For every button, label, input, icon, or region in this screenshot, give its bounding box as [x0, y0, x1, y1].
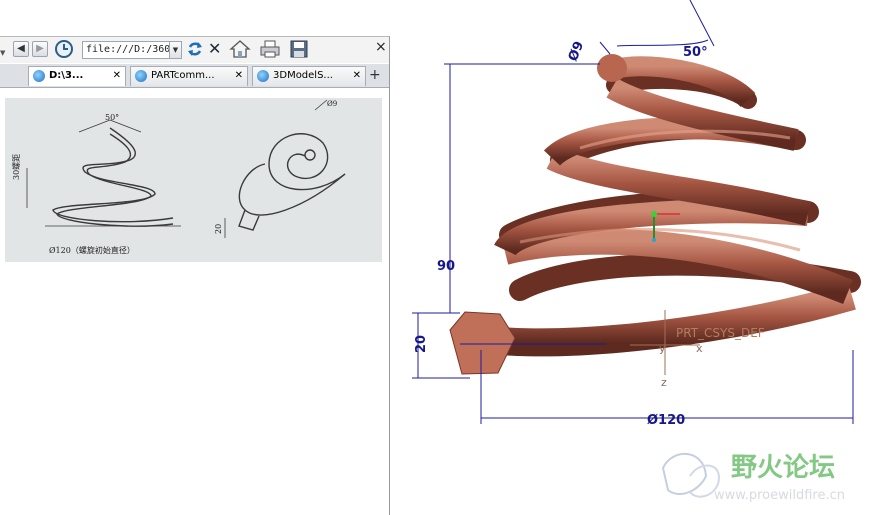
csys-label: PRT_CSYS_DEF: [676, 326, 765, 340]
watermark: 野火论坛 www.proewildfire.cn: [661, 453, 845, 503]
close-panel-button[interactable]: ×: [375, 40, 387, 54]
tab-close-icon[interactable]: ✕: [235, 67, 243, 85]
address-dropdown-button[interactable]: ▼: [170, 41, 182, 59]
tab-label: D:\3...: [49, 70, 84, 81]
browser-window: ▼ ◀ ▶ file:///D:/360 ▼ ✕ × D:\3... ✕ PAR…: [0, 36, 390, 515]
floppy-disk-icon: [290, 40, 308, 58]
scan-base-label: Ø120（螺旋初始直径）: [49, 245, 135, 255]
tab-d-drive[interactable]: D:\3... ✕: [28, 66, 126, 86]
address-bar[interactable]: file:///D:/360: [82, 41, 170, 59]
dim-angle: 50°: [683, 45, 708, 60]
tab-label: 3DModelS...: [273, 70, 333, 81]
home-icon: [229, 40, 251, 58]
watermark-url: www.proewildfire.cn: [714, 488, 845, 503]
printer-icon: [260, 40, 280, 58]
tab-label: PARTcomm...: [151, 70, 215, 81]
stop-button[interactable]: ✕: [208, 40, 224, 58]
back-button[interactable]: ◀: [13, 41, 29, 57]
axis-x-label: x: [696, 342, 703, 355]
browser-toolbar: ▼ ◀ ▶ file:///D:/360 ▼ ✕ ×: [0, 37, 389, 63]
refresh-button[interactable]: [186, 40, 204, 58]
watermark-title: 野火论坛: [731, 453, 835, 483]
tab-close-icon[interactable]: ✕: [113, 67, 121, 85]
dim-wire: 20: [414, 335, 429, 353]
reference-drawing-image: 50° 30螺距 Ø120（螺旋初始直径） 20 Ø9: [5, 98, 382, 262]
butterfly-logo-icon: [661, 453, 720, 498]
scan-wire-diameter-label: Ø9: [327, 100, 337, 108]
menu-dropdown-icon[interactable]: ▼: [0, 49, 5, 57]
ie-icon: [257, 70, 269, 82]
scan-angle-label: 50°: [105, 113, 119, 122]
save-button[interactable]: [289, 39, 309, 59]
ie-icon: [135, 70, 147, 82]
browser-tab-bar: D:\3... ✕ PARTcomm... ✕ 3DModelS... ✕ +: [0, 64, 389, 88]
scan-wire-label: 20: [214, 224, 223, 234]
print-button[interactable]: [259, 39, 281, 59]
dim-wire-diameter: Ø9: [566, 39, 587, 63]
home-button[interactable]: [229, 39, 251, 59]
tab-close-icon[interactable]: ✕: [353, 67, 361, 85]
axis-y-label: y: [659, 342, 666, 355]
new-tab-button[interactable]: +: [369, 68, 381, 82]
tab-partcomm[interactable]: PARTcomm... ✕: [130, 66, 248, 86]
clock-icon: [55, 40, 73, 58]
refresh-icon: [188, 42, 202, 56]
ie-icon: [33, 70, 45, 82]
forward-button[interactable]: ▶: [32, 41, 48, 57]
tab-3dmodels[interactable]: 3DModelS... ✕: [252, 66, 366, 86]
dim-base-diameter: Ø120: [647, 413, 685, 428]
history-button[interactable]: [54, 39, 74, 59]
dim-height: 90: [437, 259, 455, 274]
axis-z-label: z: [661, 376, 667, 389]
scan-pitch-label: 30螺距: [11, 154, 21, 180]
